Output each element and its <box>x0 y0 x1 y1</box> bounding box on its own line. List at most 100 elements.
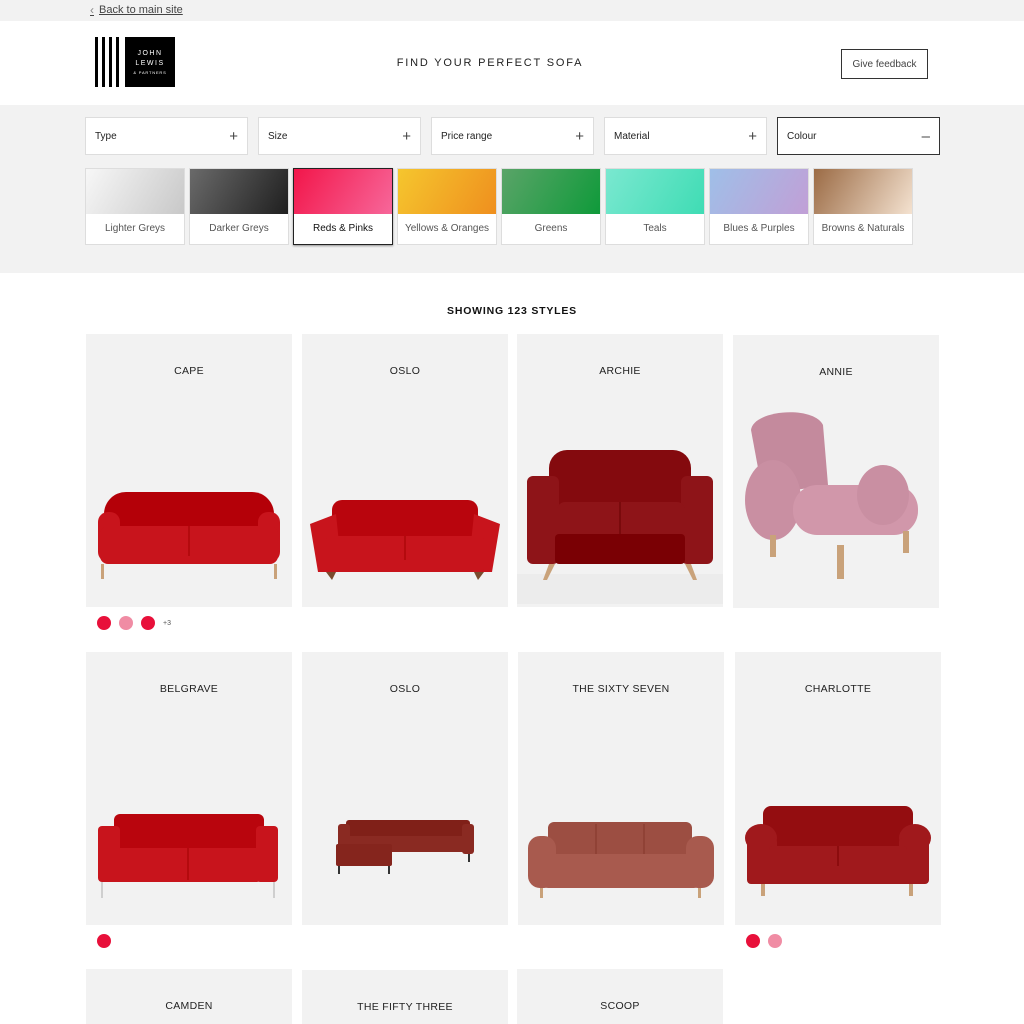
swatch-label: Yellows & Oranges <box>404 223 490 234</box>
sofa-leg <box>326 572 336 580</box>
sofa-leg <box>388 866 390 874</box>
plus-icon: + <box>575 127 584 145</box>
sofa-leg <box>338 866 340 874</box>
minus-icon: – <box>921 127 930 145</box>
site-header: JOHN LEWIS & PARTNERS FIND YOUR PERFECT … <box>0 21 1024 105</box>
colour-option-dot[interactable] <box>768 934 782 948</box>
colour-swatch-yellows-oranges[interactable]: Yellows & Oranges <box>397 168 497 245</box>
colour-option-dot[interactable] <box>746 934 760 948</box>
product-name: CAMDEN <box>165 1000 213 1012</box>
product-card[interactable]: OSLO <box>302 652 508 925</box>
swatch-gradient <box>398 169 496 214</box>
swatch-label: Blues & Purples <box>723 223 795 234</box>
sofa-base <box>555 534 685 564</box>
colour-swatch-browns-naturals[interactable]: Browns & Naturals <box>813 168 913 245</box>
swatch-gradient <box>814 169 912 214</box>
chair-leg <box>770 535 776 557</box>
more-colours-count[interactable]: +3 <box>163 620 171 627</box>
colour-options <box>97 934 119 948</box>
colour-swatch-darker-greys[interactable]: Darker Greys <box>189 168 289 245</box>
colour-swatch-reds-pinks[interactable]: Reds & Pinks <box>293 168 393 245</box>
back-link-label: Back to main site <box>99 4 183 16</box>
swatch-gradient <box>86 169 184 214</box>
sofa-image <box>517 450 723 604</box>
sofa-back <box>548 822 692 858</box>
plus-icon: + <box>402 127 411 145</box>
filter-panel: Type + Size + Price range + Material + C… <box>0 105 1024 273</box>
results-count: SHOWING 123 STYLES <box>447 305 577 317</box>
armchair-image <box>745 412 918 579</box>
sofa-image <box>98 492 280 579</box>
sofa-image <box>745 806 931 896</box>
product-card[interactable]: CAPE <box>86 334 292 607</box>
dropdown-label: Colour <box>787 130 817 142</box>
colour-option-dot[interactable] <box>141 616 155 630</box>
product-card[interactable]: THE FIFTY THREE <box>302 970 508 1024</box>
sofa-leg <box>273 882 275 898</box>
sofa-seat <box>557 502 685 538</box>
product-card[interactable]: ANNIE <box>733 335 939 608</box>
material-filter-dropdown[interactable]: Material + <box>604 117 767 155</box>
sofa-leg <box>101 564 104 579</box>
corner-sofa-image <box>336 820 474 874</box>
price-range-filter-dropdown[interactable]: Price range + <box>431 117 594 155</box>
swatch-gradient <box>502 169 600 214</box>
product-card[interactable]: CAMDEN <box>86 969 292 1024</box>
chevron-left-icon: ‹ <box>90 3 94 17</box>
colour-option-dot[interactable] <box>97 616 111 630</box>
chair-arm <box>857 465 909 525</box>
sofa-leg <box>761 884 765 896</box>
sofa-leg <box>468 854 470 862</box>
dropdown-label: Price range <box>441 130 493 142</box>
floor-shadow <box>517 574 723 604</box>
swatch-label: Browns & Naturals <box>821 223 905 234</box>
sofa-arm <box>681 476 713 564</box>
colour-swatch-blues-purples[interactable]: Blues & Purples <box>709 168 809 245</box>
sofa-leg <box>698 888 701 898</box>
colour-options: +3 <box>97 616 171 630</box>
top-bar: ‹ Back to main site <box>0 0 1024 21</box>
sofa-leg <box>101 882 103 898</box>
sofa-leg <box>274 564 277 579</box>
swatch-gradient <box>294 169 392 214</box>
sofa-back <box>332 500 478 540</box>
colour-option-dot[interactable] <box>119 616 133 630</box>
size-filter-dropdown[interactable]: Size + <box>258 117 421 155</box>
product-card[interactable]: CHARLOTTE <box>735 652 941 925</box>
sofa-leg <box>909 884 913 896</box>
chaise <box>336 844 392 866</box>
colour-filter-dropdown[interactable]: Colour – <box>777 117 940 155</box>
chair-leg <box>903 531 909 553</box>
swatch-label: Teals <box>643 223 667 234</box>
give-feedback-button[interactable]: Give feedback <box>841 49 928 79</box>
product-card[interactable]: SCOOP <box>517 969 723 1024</box>
sofa-seat <box>114 848 260 882</box>
sofa-leg <box>540 888 543 898</box>
colour-option-dot[interactable] <box>97 934 111 948</box>
sofa-image <box>310 500 500 580</box>
swatch-label: Darker Greys <box>209 223 269 234</box>
product-card[interactable]: THE SIXTY SEVEN <box>518 652 724 925</box>
chair-leg <box>837 545 844 579</box>
product-card[interactable]: BELGRAVE <box>86 652 292 925</box>
sofa-image <box>98 814 278 898</box>
product-card[interactable]: OSLO <box>302 334 508 607</box>
plus-icon: + <box>229 127 238 145</box>
swatch-gradient <box>190 169 288 214</box>
sofa-image <box>528 822 714 898</box>
swatch-label: Reds & Pinks <box>312 223 374 234</box>
product-card[interactable]: ARCHIE <box>517 334 723 607</box>
swatch-gradient <box>710 169 808 214</box>
back-to-main-site-link[interactable]: ‹ Back to main site <box>90 3 183 17</box>
type-filter-dropdown[interactable]: Type + <box>85 117 248 155</box>
sofa-leg <box>474 572 484 580</box>
colour-swatch-greens[interactable]: Greens <box>501 168 601 245</box>
colour-swatch-teals[interactable]: Teals <box>605 168 705 245</box>
dropdown-label: Size <box>268 130 288 142</box>
product-name: SCOOP <box>600 1000 640 1012</box>
chair-arm <box>745 460 801 540</box>
dropdown-label: Type <box>95 130 117 142</box>
dropdown-label: Material <box>614 130 650 142</box>
colour-swatch-lighter-greys[interactable]: Lighter Greys <box>85 168 185 245</box>
product-name: THE FIFTY THREE <box>357 1001 453 1013</box>
